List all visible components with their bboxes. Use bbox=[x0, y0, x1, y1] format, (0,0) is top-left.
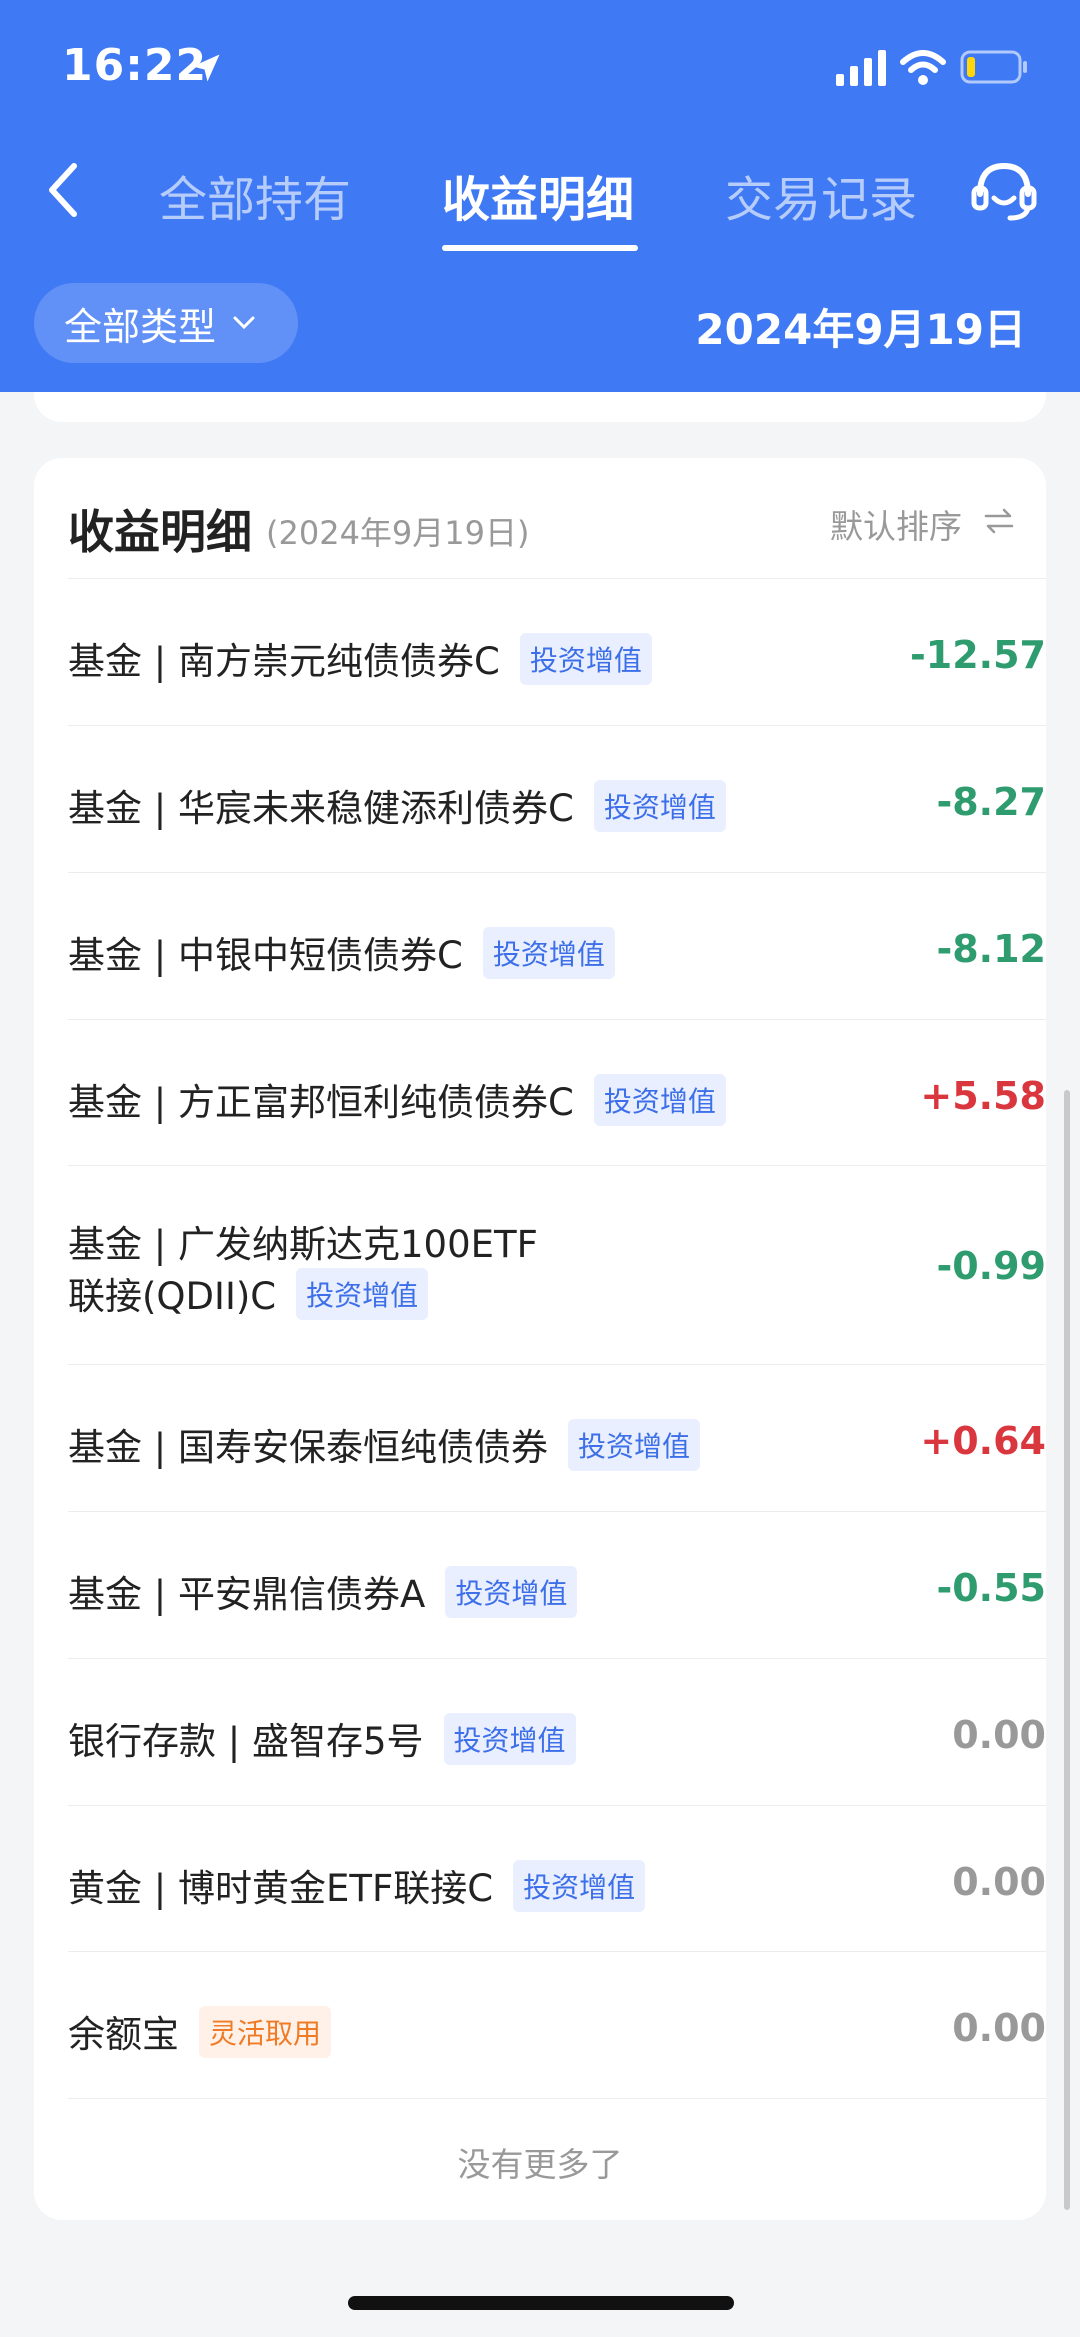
item-tag: 投资增值 bbox=[482, 927, 615, 979]
item-name: 基金 | 国寿安保泰恒纯债债券 bbox=[68, 1426, 548, 1469]
item-name: 基金 | 方正富邦恒利纯债债券C bbox=[68, 1081, 574, 1124]
item-name: 基金 | 南方崇元纯债债券C bbox=[68, 640, 500, 683]
selected-date[interactable]: 2024年9月19日 bbox=[695, 296, 1026, 357]
list-item[interactable]: 基金 | 国寿安保泰恒纯债债券 投资增值 +0.64 bbox=[68, 1365, 1046, 1512]
back-arrow-icon[interactable] bbox=[44, 160, 84, 220]
item-tag: 投资增值 bbox=[443, 1713, 576, 1765]
tab-earnings-detail[interactable]: 收益明细 bbox=[442, 160, 634, 230]
tab-transaction-records[interactable]: 交易记录 bbox=[725, 160, 917, 230]
item-value: -12.57 bbox=[910, 633, 1046, 677]
item-value: 0.00 bbox=[952, 1713, 1046, 1757]
item-tag: 投资增值 bbox=[296, 1268, 429, 1320]
list-item[interactable]: 基金 | 广发纳斯达克100ETF 联接(QDII)C 投资增值 -0.99 bbox=[68, 1166, 1046, 1365]
list-item[interactable]: 余额宝 灵活取用 0.00 bbox=[68, 1952, 1046, 2099]
item-name: 基金 | 中银中短债债券C bbox=[68, 934, 463, 977]
home-indicator[interactable] bbox=[348, 2296, 734, 2310]
cellular-signal-icon bbox=[836, 50, 886, 86]
item-name: 黄金 | 博时黄金ETF联接C bbox=[68, 1867, 494, 1910]
sort-swap-icon[interactable] bbox=[984, 508, 1014, 534]
item-name-line2: 联接(QDII)C bbox=[68, 1275, 277, 1318]
status-time: 16:22 bbox=[62, 40, 208, 91]
item-value: 0.00 bbox=[952, 1860, 1046, 1904]
card-date: (2024年9月19日) bbox=[266, 514, 530, 552]
item-tag: 投资增值 bbox=[445, 1566, 578, 1618]
top-header: 16:22 全部持有 收益明细 交易记录 全部类型 2024年9月19日 bbox=[0, 0, 1080, 392]
sort-button[interactable]: 默认排序 bbox=[830, 500, 962, 548]
item-value: +0.64 bbox=[920, 1419, 1046, 1463]
item-value: -8.27 bbox=[936, 780, 1046, 824]
item-tag: 投资增值 bbox=[513, 1860, 646, 1912]
type-filter-label: 全部类型 bbox=[64, 304, 217, 349]
item-tag: 灵活取用 bbox=[199, 2006, 332, 2058]
list-item[interactable]: 基金 | 平安鼎信债券A 投资增值 -0.55 bbox=[68, 1512, 1046, 1659]
list-item[interactable]: 银行存款 | 盛智存5号 投资增值 0.00 bbox=[68, 1659, 1046, 1806]
tab-all-holdings[interactable]: 全部持有 bbox=[159, 160, 351, 230]
list-item[interactable]: 黄金 | 博时黄金ETF联接C 投资增值 0.00 bbox=[68, 1806, 1046, 1952]
customer-service-headset-icon[interactable] bbox=[970, 158, 1038, 222]
location-arrow-icon bbox=[192, 54, 220, 82]
chevron-down-icon bbox=[233, 316, 255, 330]
item-value: -8.12 bbox=[936, 927, 1046, 971]
list-item[interactable]: 基金 | 南方崇元纯债债券C 投资增值 -12.57 bbox=[68, 579, 1046, 726]
item-value: +5.58 bbox=[920, 1074, 1046, 1118]
item-name-line1: 基金 | 广发纳斯达克100ETF bbox=[68, 1223, 538, 1266]
item-name: 银行存款 | 盛智存5号 bbox=[68, 1720, 424, 1763]
wifi-icon bbox=[900, 50, 946, 85]
item-tag: 投资增值 bbox=[593, 1074, 726, 1126]
item-value: -0.55 bbox=[936, 1566, 1046, 1610]
battery-icon bbox=[960, 50, 1027, 84]
item-value: -0.99 bbox=[936, 1244, 1046, 1288]
item-tag: 投资增值 bbox=[519, 633, 652, 685]
item-tag: 投资增值 bbox=[568, 1419, 701, 1471]
item-name: 余额宝 bbox=[68, 2013, 179, 2056]
active-tab-indicator bbox=[442, 245, 638, 251]
item-value: 0.00 bbox=[952, 2006, 1046, 2050]
item-name: 基金 | 平安鼎信债券A bbox=[68, 1573, 426, 1616]
previous-card-edge bbox=[34, 392, 1046, 422]
list-item[interactable]: 基金 | 中银中短债债券C 投资增值 -8.12 bbox=[68, 873, 1046, 1020]
item-name: 基金 | 华宸未来稳健添利债券C bbox=[68, 787, 574, 830]
tab-bar: 全部持有 收益明细 交易记录 bbox=[140, 150, 940, 260]
scrollbar[interactable] bbox=[1064, 1090, 1070, 2210]
no-more-footer: 没有更多了 bbox=[457, 2145, 623, 2184]
earnings-detail-card: 收益明细 (2024年9月19日) 默认排序 基金 | 南方崇元纯债债券C 投资增… bbox=[34, 458, 1046, 2220]
card-title: 收益明细 bbox=[68, 505, 252, 559]
type-filter-button[interactable]: 全部类型 bbox=[34, 283, 298, 363]
list-item[interactable]: 基金 | 华宸未来稳健添利债券C 投资增值 -8.27 bbox=[68, 726, 1046, 873]
list-item[interactable]: 基金 | 方正富邦恒利纯债债券C 投资增值 +5.58 bbox=[68, 1020, 1046, 1166]
item-tag: 投资增值 bbox=[593, 780, 726, 832]
